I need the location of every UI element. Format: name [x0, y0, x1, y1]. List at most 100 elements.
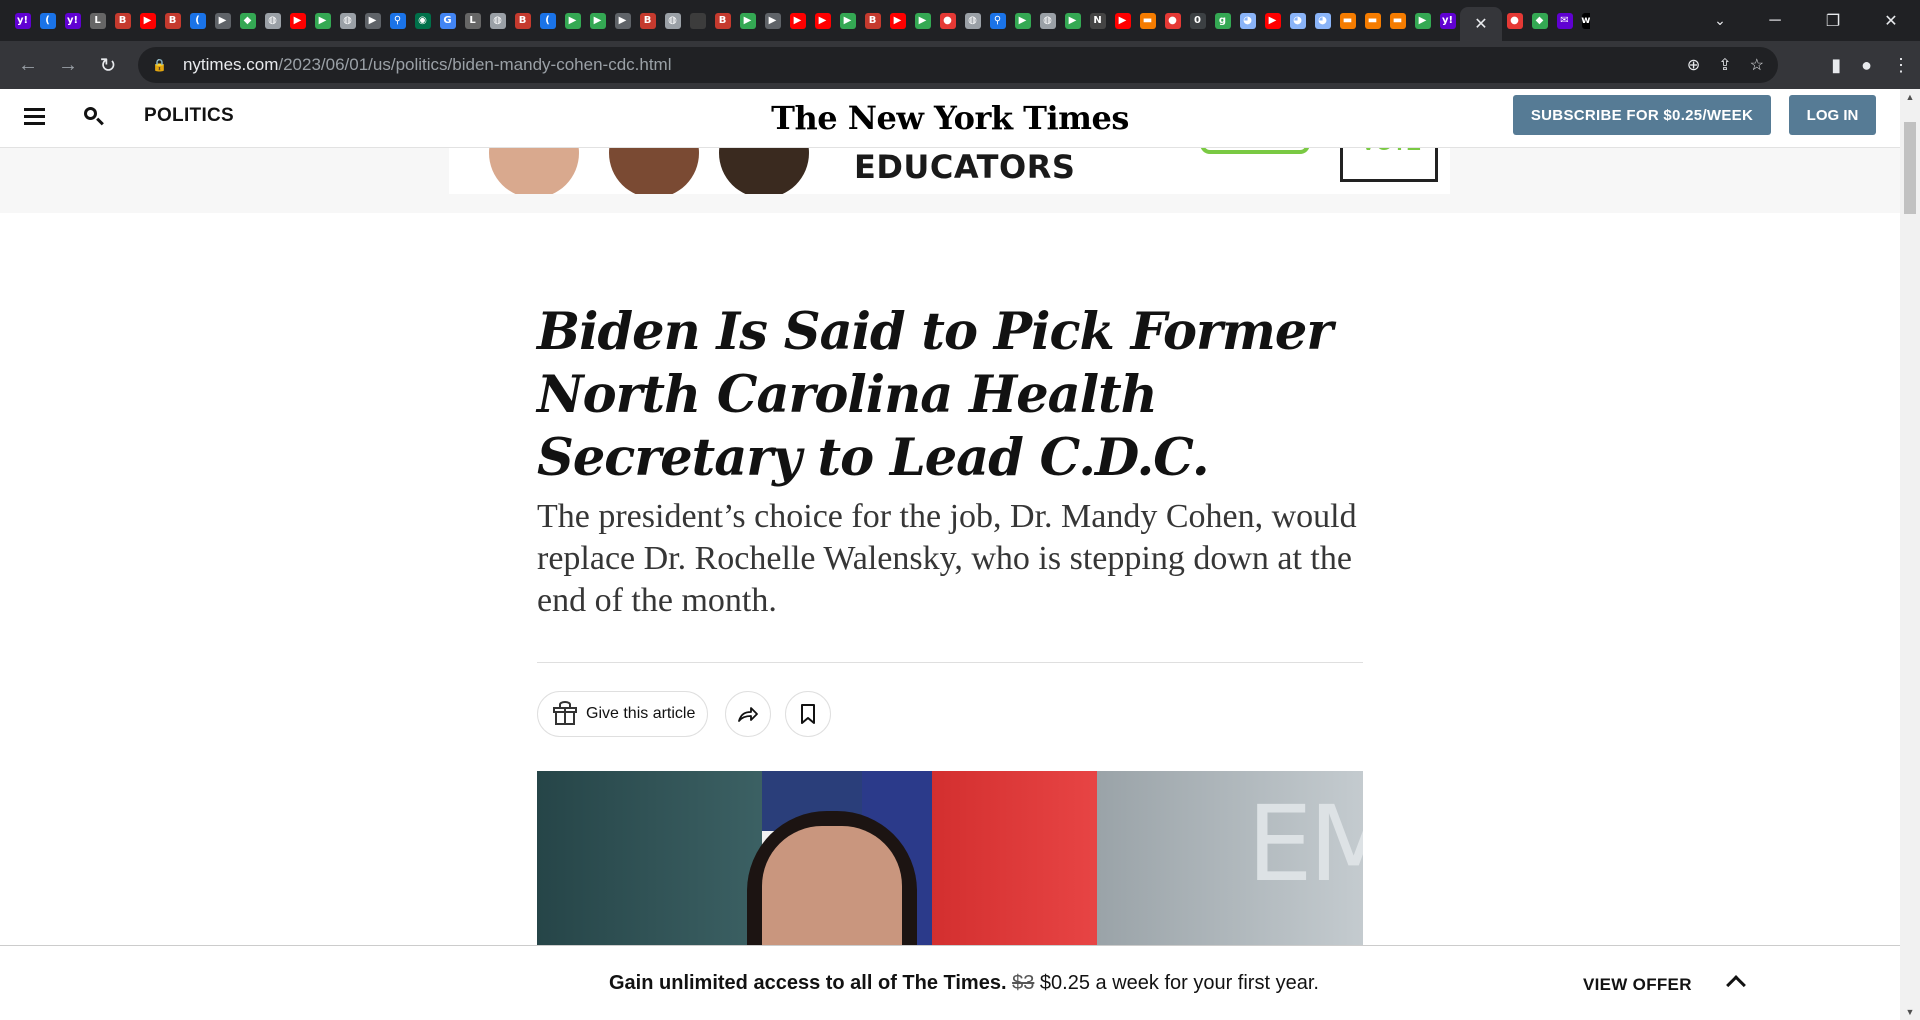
browser-tab[interactable]: ◍ [660, 0, 685, 41]
browser-tab[interactable]: L [460, 0, 485, 41]
browser-tab[interactable]: ▶ [735, 0, 760, 41]
browser-tab[interactable]: ▶ [885, 0, 910, 41]
browser-menu-icon[interactable]: ⋮ [1892, 55, 1910, 76]
active-tab-close-button[interactable]: ✕ [1460, 7, 1502, 41]
section-label[interactable]: POLITICS [144, 105, 234, 127]
browser-tab[interactable]: ▶ [760, 0, 785, 41]
share-button[interactable] [725, 691, 771, 737]
restore-button[interactable]: ❐ [1804, 0, 1862, 41]
browser-tab[interactable]: ▶ [310, 0, 335, 41]
play-icon: ▶ [314, 12, 331, 29]
browser-tab[interactable]: L [85, 0, 110, 41]
browser-tab[interactable]: y! [60, 0, 85, 41]
browser-tab[interactable]: ✉ [1552, 0, 1577, 41]
back-button[interactable]: ← [8, 47, 48, 83]
login-button[interactable]: LOG IN [1789, 95, 1876, 135]
browser-tab[interactable]: ◉ [410, 0, 435, 41]
browser-tab[interactable]: ◍ [335, 0, 360, 41]
browser-tab[interactable]: 0 [1185, 0, 1210, 41]
browser-tab[interactable]: ▶ [910, 0, 935, 41]
browser-tab[interactable]: ▶ [1060, 0, 1085, 41]
browser-tab[interactable]: ▶ [285, 0, 310, 41]
latimes-icon: L [464, 12, 481, 29]
close-window-button[interactable]: ✕ [1862, 0, 1920, 41]
offer-bar[interactable]: Gain unlimited access to all of The Time… [0, 945, 1900, 1020]
browser-tab[interactable]: y! [10, 0, 35, 41]
browser-tab[interactable]: ▶ [785, 0, 810, 41]
browser-tab[interactable]: ▬ [1385, 0, 1410, 41]
browser-tab[interactable]: g [1210, 0, 1235, 41]
browser-tab[interactable] [685, 0, 710, 41]
browser-tab[interactable]: B [160, 0, 185, 41]
zoom-icon[interactable]: ⊕ [1687, 55, 1700, 75]
browser-tab[interactable]: ◍ [1035, 0, 1060, 41]
search-icon[interactable] [82, 105, 106, 129]
save-button[interactable] [785, 691, 831, 737]
give-article-button[interactable]: Give this article [537, 691, 708, 737]
browser-tab[interactable]: ▶ [835, 0, 860, 41]
browser-tab[interactable]: ▶ [1110, 0, 1135, 41]
browser-tab[interactable]: ( [185, 0, 210, 41]
browser-tab[interactable]: wp [1577, 0, 1590, 41]
browser-tab[interactable]: ▶ [810, 0, 835, 41]
browser-tab[interactable]: ▶ [135, 0, 160, 41]
side-panel-icon[interactable]: ▮ [1831, 55, 1841, 76]
browser-tab[interactable]: ▶ [1410, 0, 1435, 41]
reload-button[interactable]: ↻ [88, 47, 128, 83]
menu-icon[interactable] [24, 108, 48, 128]
scroll-down-arrow-icon[interactable]: ▼ [1900, 1004, 1920, 1020]
browser-tab[interactable]: ▶ [585, 0, 610, 41]
scroll-thumb[interactable] [1904, 122, 1916, 214]
browser-tab[interactable]: N [1085, 0, 1110, 41]
browser-tab[interactable]: ◕ [1310, 0, 1335, 41]
browser-tab[interactable]: y! [1435, 0, 1460, 41]
browser-tab[interactable]: B [635, 0, 660, 41]
browser-tab[interactable]: ◍ [960, 0, 985, 41]
browser-tab[interactable]: B [860, 0, 885, 41]
browser-tab[interactable]: ● [1502, 0, 1527, 41]
browser-tab[interactable]: ▬ [1335, 0, 1360, 41]
browser-tab[interactable]: ◍ [260, 0, 285, 41]
browser-tab[interactable]: ▶ [1010, 0, 1035, 41]
youtube-icon: ▶ [289, 12, 306, 29]
browser-tab[interactable]: B [110, 0, 135, 41]
browser-tab[interactable]: ⚲ [985, 0, 1010, 41]
browser-tab[interactable]: ● [935, 0, 960, 41]
tab-search-button[interactable]: ⌄ [1700, 0, 1740, 41]
browser-tab[interactable]: ▶ [360, 0, 385, 41]
ad-decoration [1200, 148, 1310, 154]
browser-tab[interactable]: ▬ [1360, 0, 1385, 41]
browser-tab[interactable]: ◍ [485, 0, 510, 41]
share-icon[interactable]: ⇪ [1718, 55, 1731, 75]
yahoo-icon: y! [1439, 12, 1456, 29]
browser-tab[interactable]: ▶ [1260, 0, 1285, 41]
browser-tab[interactable]: ◆ [1527, 0, 1552, 41]
browser-tab[interactable]: ● [1160, 0, 1185, 41]
browser-tab[interactable]: ▶ [210, 0, 235, 41]
ad-banner[interactable]: EDUCATORS VOTE [449, 148, 1450, 194]
browser-tab[interactable]: B [510, 0, 535, 41]
scroll-up-arrow-icon[interactable]: ▲ [1900, 89, 1920, 105]
browser-tab[interactable]: G [435, 0, 460, 41]
browser-tab[interactable]: ◕ [1285, 0, 1310, 41]
browser-tab[interactable]: ⚲ [385, 0, 410, 41]
browser-tab[interactable]: B [710, 0, 735, 41]
view-offer-button[interactable]: VIEW OFFER [1583, 975, 1692, 995]
lock-icon[interactable]: 🔒 [152, 58, 167, 72]
subscribe-button[interactable]: SUBSCRIBE FOR $0.25/WEEK [1513, 95, 1771, 135]
browser-tab[interactable]: ( [535, 0, 560, 41]
nyt-logo[interactable]: The New York Times [760, 99, 1140, 137]
browser-tab[interactable]: ▬ [1135, 0, 1160, 41]
address-bar[interactable]: 🔒 nytimes.com/2023/06/01/us/politics/bid… [138, 47, 1778, 83]
browser-tab[interactable]: ◕ [1235, 0, 1260, 41]
browser-tab[interactable]: ◆ [235, 0, 260, 41]
profile-icon[interactable]: ● [1861, 55, 1872, 76]
bookmark-star-icon[interactable]: ☆ [1750, 55, 1764, 75]
browser-tab[interactable]: ▶ [610, 0, 635, 41]
forward-button[interactable]: → [48, 47, 88, 83]
minimize-button[interactable]: ─ [1746, 0, 1804, 41]
browser-tab[interactable]: ▶ [560, 0, 585, 41]
chevron-up-icon[interactable] [1726, 970, 1746, 995]
browser-tab[interactable]: ( [35, 0, 60, 41]
page-scrollbar[interactable]: ▲ ▼ [1900, 89, 1920, 1020]
